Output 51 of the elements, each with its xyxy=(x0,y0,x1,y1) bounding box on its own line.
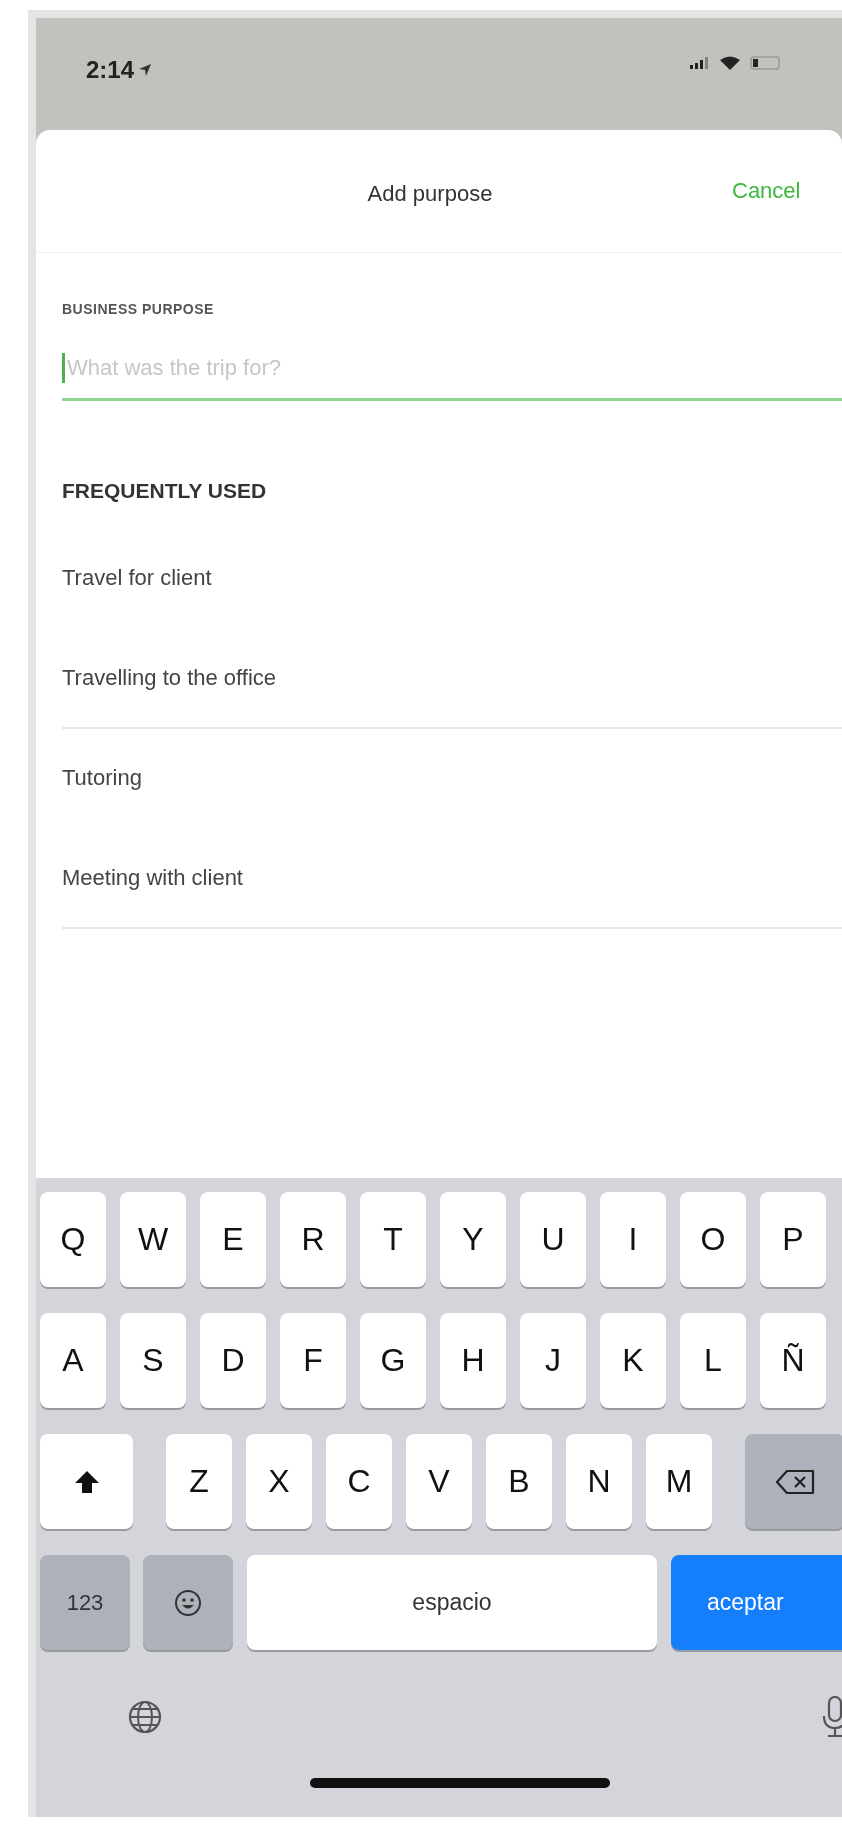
letter-key[interactable]: A xyxy=(40,1313,106,1408)
letter-key[interactable]: R xyxy=(280,1192,346,1287)
letter-key[interactable]: F xyxy=(280,1313,346,1408)
letter-key[interactable]: G xyxy=(360,1313,426,1408)
letter-key[interactable]: X xyxy=(246,1434,312,1529)
letter-key[interactable]: K xyxy=(600,1313,666,1408)
letter-key[interactable]: M xyxy=(646,1434,712,1529)
purpose-list-item[interactable]: Travel for client xyxy=(62,529,842,629)
letter-key[interactable]: S xyxy=(120,1313,186,1408)
backspace-icon xyxy=(775,1468,815,1495)
screen-title: Add purpose xyxy=(367,180,493,207)
letter-key[interactable]: C xyxy=(326,1434,392,1529)
letter-key[interactable]: J xyxy=(520,1313,586,1408)
letter-key[interactable]: D xyxy=(200,1313,266,1408)
location-arrow-icon xyxy=(138,63,153,77)
smiley-icon xyxy=(174,1588,202,1617)
letter-key[interactable]: I xyxy=(600,1192,666,1287)
section-heading: FREQUENTLY USED xyxy=(62,479,268,503)
letter-key[interactable]: P xyxy=(760,1192,826,1287)
shift-key[interactable] xyxy=(40,1434,133,1529)
letter-key[interactable]: L xyxy=(680,1313,746,1408)
numbers-key[interactable]: 123 xyxy=(40,1555,130,1650)
purpose-list-item[interactable]: Travelling to the office xyxy=(62,629,842,729)
letter-key[interactable]: T xyxy=(360,1192,426,1287)
purpose-input-field[interactable]: What was the trip for? xyxy=(62,352,382,383)
battery-icon xyxy=(750,56,782,70)
letter-key[interactable]: Ñ xyxy=(760,1313,826,1408)
letter-key[interactable]: Z xyxy=(166,1434,232,1529)
purpose-list-item[interactable]: Meeting with client xyxy=(62,829,842,929)
status-time: 2:14 xyxy=(86,56,135,84)
delete-key[interactable] xyxy=(745,1434,842,1529)
letter-key[interactable]: H xyxy=(440,1313,506,1408)
return-key[interactable]: aceptar xyxy=(671,1555,842,1650)
letter-key[interactable]: O xyxy=(680,1192,746,1287)
purpose-list-item[interactable]: Tutoring xyxy=(62,729,842,829)
emoji-key[interactable] xyxy=(143,1555,233,1650)
letter-key[interactable]: W xyxy=(120,1192,186,1287)
wifi-icon xyxy=(720,56,740,70)
letter-key[interactable]: Y xyxy=(440,1192,506,1287)
letter-key[interactable]: V xyxy=(406,1434,472,1529)
letter-key[interactable]: E xyxy=(200,1192,266,1287)
globe-icon xyxy=(128,1700,162,1734)
space-key[interactable]: espacio xyxy=(247,1555,657,1650)
shift-arrow-icon xyxy=(73,1469,100,1494)
microphone-icon xyxy=(822,1696,842,1738)
letter-key[interactable]: U xyxy=(520,1192,586,1287)
letter-key[interactable]: B xyxy=(486,1434,552,1529)
field-label: BUSINESS PURPOSE xyxy=(62,301,215,317)
signal-icon xyxy=(690,57,710,69)
letter-key[interactable]: N xyxy=(566,1434,632,1529)
letter-key[interactable]: Q xyxy=(40,1192,106,1287)
